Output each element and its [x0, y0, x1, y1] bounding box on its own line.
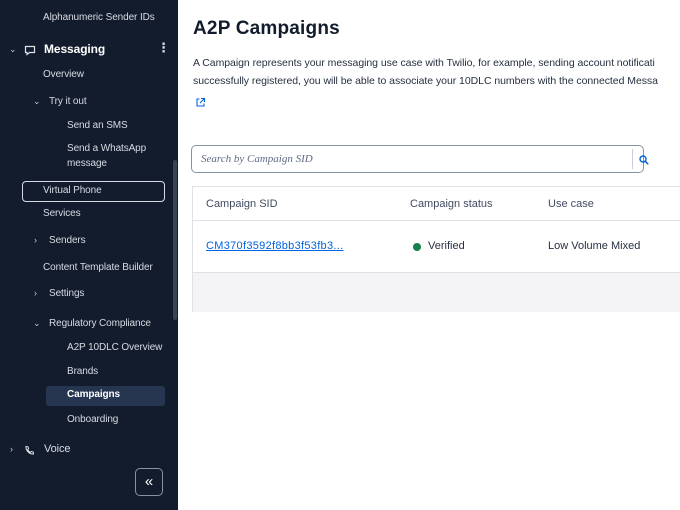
status-verified-icon: [413, 243, 421, 251]
sidebar-item-content-template-builder[interactable]: Content Template Builder: [43, 262, 153, 273]
campaigns-table: Campaign SID Campaign status Use case CM…: [192, 186, 680, 312]
sidebar-item-messaging[interactable]: Messaging: [44, 42, 105, 56]
table-header: Campaign SID Campaign status Use case: [193, 187, 680, 221]
chevron-right-icon[interactable]: ›: [10, 444, 13, 454]
campaign-search: [191, 145, 649, 173]
campaign-use-case: Low Volume Mixed: [548, 240, 641, 252]
sidebar-item-alphanumeric-sender-ids[interactable]: Alphanumeric Sender IDs: [43, 12, 155, 23]
sidebar-item-send-whatsapp-line2[interactable]: message: [67, 158, 107, 169]
search-input[interactable]: [201, 146, 611, 172]
sidebar-item-virtual-phone[interactable]: Virtual Phone: [43, 185, 102, 196]
search-icon[interactable]: [638, 153, 650, 165]
sidebar-item-a2p-10dlc-overview[interactable]: A2P 10DLC Overview: [67, 342, 162, 353]
sidebar: Alphanumeric Sender IDs ⌄ Messaging ⋮ Ov…: [0, 0, 178, 510]
column-header-use-case[interactable]: Use case: [548, 198, 594, 210]
sidebar-item-send-whatsapp[interactable]: Send a WhatsApp: [67, 143, 146, 154]
page-description-line-2: successfully registered, you will be abl…: [193, 75, 658, 87]
search-divider: [632, 149, 633, 169]
sidebar-item-services[interactable]: Services: [43, 208, 81, 219]
main-content: A2P Campaigns A Campaign represents your…: [178, 0, 680, 510]
sidebar-item-send-sms[interactable]: Send an SMS: [67, 120, 128, 131]
sidebar-item-regulatory-compliance[interactable]: Regulatory Compliance: [49, 318, 151, 329]
external-link-icon[interactable]: [195, 95, 206, 107]
campaign-status: Verified: [428, 240, 465, 252]
campaign-sid-link[interactable]: CM370f3592f8bb3f53fb3...: [206, 240, 343, 252]
sidebar-item-voice[interactable]: Voice: [44, 443, 71, 455]
sidebar-item-try-it-out[interactable]: Try it out: [49, 96, 87, 107]
page-title: A2P Campaigns: [193, 18, 340, 39]
chat-bubble-icon: [24, 43, 36, 61]
chevron-down-icon[interactable]: ⌄: [33, 96, 41, 107]
kebab-menu-icon[interactable]: ⋮: [157, 40, 170, 56]
chevron-down-icon[interactable]: ⌄: [9, 44, 17, 55]
collapse-sidebar-button[interactable]: «: [135, 468, 163, 496]
table-row: CM370f3592f8bb3f53fb3... Verified Low Vo…: [193, 221, 680, 273]
phone-icon: [24, 443, 35, 461]
sidebar-item-settings[interactable]: Settings: [49, 288, 84, 299]
sidebar-scrollbar[interactable]: [173, 160, 177, 320]
chevron-down-icon[interactable]: ⌄: [33, 318, 41, 329]
chevron-right-icon[interactable]: ›: [34, 288, 37, 298]
sidebar-item-brands[interactable]: Brands: [67, 366, 98, 377]
table-footer: [193, 273, 680, 312]
double-chevron-left-icon: «: [144, 473, 154, 490]
sidebar-item-campaigns[interactable]: Campaigns: [67, 389, 120, 400]
page-description-line-1: A Campaign represents your messaging use…: [193, 57, 655, 69]
column-header-campaign-status[interactable]: Campaign status: [410, 198, 493, 210]
sidebar-item-overview[interactable]: Overview: [43, 69, 84, 80]
sidebar-item-onboarding[interactable]: Onboarding: [67, 414, 118, 425]
column-header-campaign-sid[interactable]: Campaign SID: [206, 198, 278, 210]
chevron-right-icon[interactable]: ›: [34, 235, 37, 245]
sidebar-item-senders[interactable]: Senders: [49, 235, 86, 246]
